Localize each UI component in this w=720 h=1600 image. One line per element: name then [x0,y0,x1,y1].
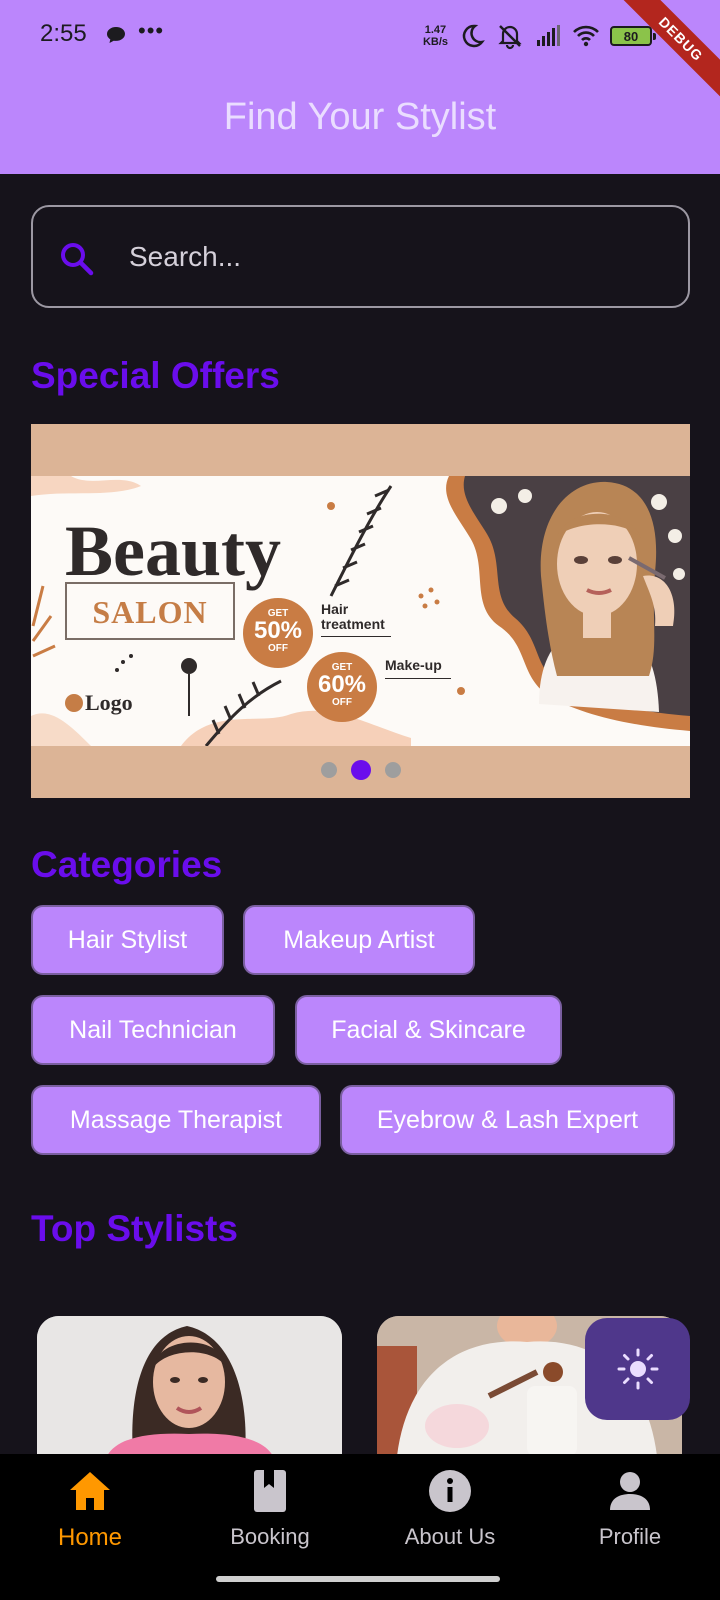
categories-title: Categories [31,844,223,885]
status-icons: 1.47 KB/s 80 [422,20,656,52]
info-icon [429,1470,471,1512]
banner-subhead-box: SALON [65,582,235,640]
category-chip-facial-skincare[interactable]: Facial & Skincare [295,995,562,1065]
carousel-indicator [31,760,690,780]
search-box[interactable] [31,205,690,308]
person-icon [610,1472,650,1510]
logo-mark-icon [65,694,83,712]
status-bar: 2:55 ••• 1.47 KB/s 80 DEBUG [0,0,720,102]
model-photo [446,476,690,731]
banner-logo: Logo [65,690,133,716]
offer-badge-1: GET 50% OFF [243,598,313,668]
special-offers-title: Special Offers [31,355,280,396]
top-stylists-title: Top Stylists [31,1208,238,1249]
nav-label: About Us [404,1524,496,1549]
chat-bubble-icon [107,27,125,43]
bell-off-icon [498,25,522,50]
carousel-dot[interactable] [320,762,337,778]
stylist-card[interactable] [37,1316,342,1456]
wifi-icon [573,25,599,47]
network-speed: 1.47 KB/s [422,24,448,48]
stylist-photo [37,1316,342,1456]
nav-item-about-us[interactable]: About Us [360,1468,540,1564]
signal-icon [537,25,560,46]
theme-toggle-button[interactable] [585,1318,690,1420]
search-icon [61,243,94,276]
page-title: Find Your Stylist [223,96,497,138]
moon-icon [462,24,485,48]
carousel-dot-active[interactable] [350,760,371,780]
battery-icon: 80 [610,26,656,46]
nav-label: Booking [230,1524,310,1549]
nav-item-profile[interactable]: Profile [540,1468,720,1564]
category-chip-hair-stylist[interactable]: Hair Stylist [31,905,224,975]
banner-subhead: SALON [92,594,208,630]
offer-badge-2: GET 60% OFF [307,652,377,722]
offer-carousel[interactable]: Beauty SALON Logo GET 50% OFF Hair treat… [31,424,690,798]
category-chip-massage-therapist[interactable]: Massage Therapist [31,1085,321,1155]
nav-item-home[interactable]: Home [0,1468,180,1564]
status-time: 2:55 [40,20,87,47]
offer-banner[interactable]: Beauty SALON Logo GET 50% OFF Hair treat… [31,476,690,746]
home-icon [70,1472,110,1510]
banner-headline: Beauty [65,511,281,591]
search-input[interactable] [129,231,649,283]
divider [321,636,391,637]
sun-icon [617,1348,658,1390]
nav-label: Home [57,1524,123,1551]
carousel-dot[interactable] [384,762,401,778]
category-chip-nail-technician[interactable]: Nail Technician [31,995,275,1065]
category-chip-eyebrow-lash-expert[interactable]: Eyebrow & Lash Expert [340,1085,675,1155]
nav-label: Profile [598,1524,662,1549]
offer-service-1: Hair treatment [321,601,385,632]
nav-item-booking[interactable]: Booking [180,1468,360,1564]
app-bar: 2:55 ••• 1.47 KB/s 80 DEBUG Find Your St… [0,0,720,174]
more-notifications-icon: ••• [138,18,165,43]
book-icon [254,1470,286,1512]
category-chip-makeup-artist[interactable]: Makeup Artist [243,905,475,975]
home-indicator[interactable] [216,1576,500,1582]
